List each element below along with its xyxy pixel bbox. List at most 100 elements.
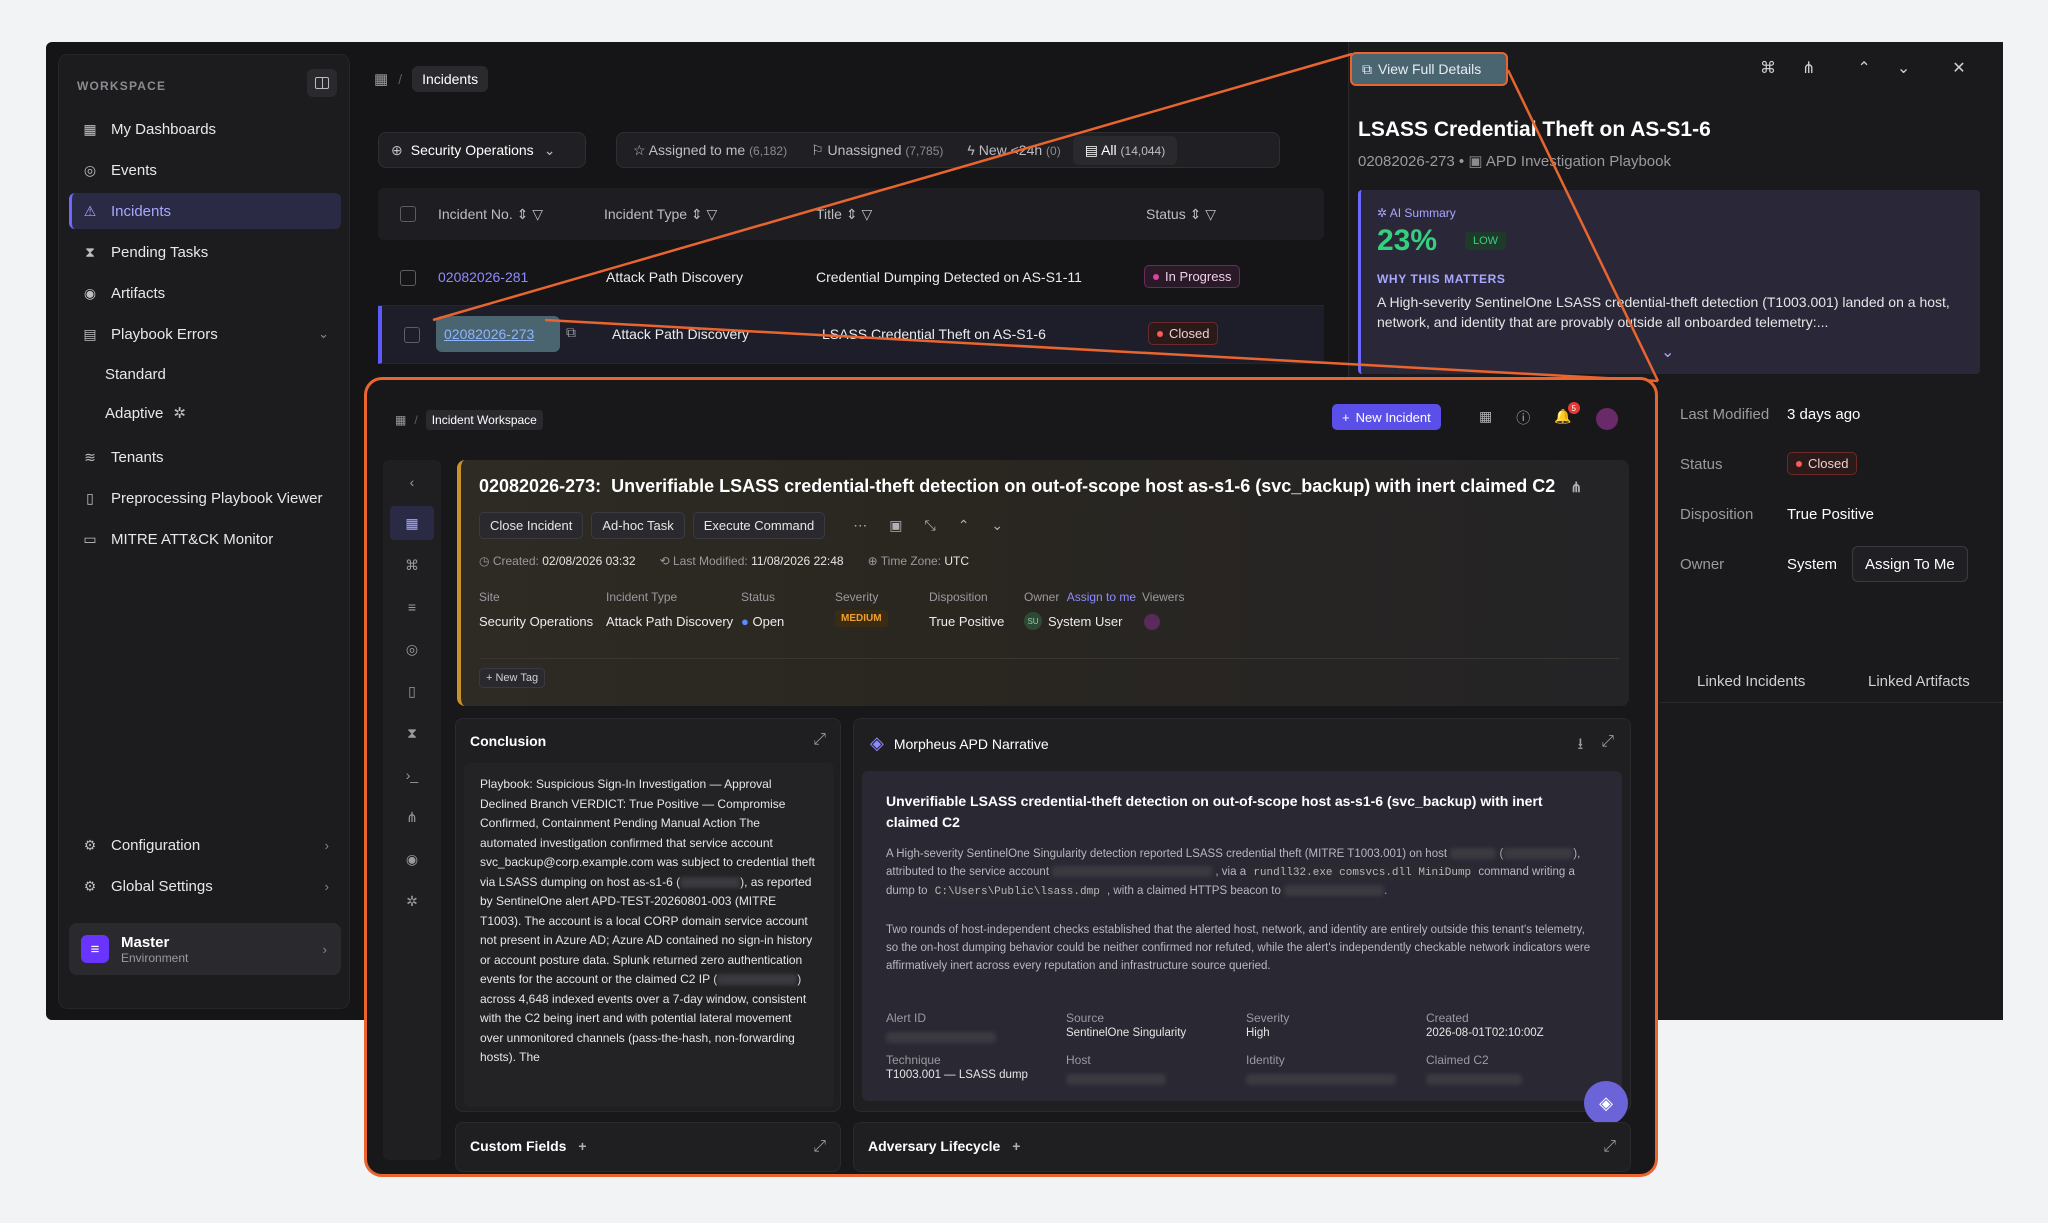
narrative-header: ◈ Morpheus APD Narrative <box>870 733 1049 753</box>
column-title[interactable]: Title ⇕ ▽ <box>816 206 872 223</box>
timezone-info: ⊕ Time Zone: UTC <box>867 554 970 568</box>
terminal-icon[interactable]: ›_ <box>390 758 434 792</box>
command-icon[interactable]: ⌘ <box>1760 58 1776 78</box>
assign-to-me-button[interactable]: Assign To Me <box>1852 546 1968 582</box>
tab-linked-incidents[interactable]: Linked Incidents <box>1697 673 1805 690</box>
environment-switcher[interactable]: ≡ Master Environment › <box>69 923 341 975</box>
list-icon[interactable]: ≡ <box>390 590 434 624</box>
sidebar-item-mitre-monitor[interactable]: ▭ MITRE ATT&CK Monitor <box>69 521 341 557</box>
narrative-heading: Unverifiable LSASS credential-theft dete… <box>886 793 1543 830</box>
filter-new-24h[interactable]: ϟ New <24h (0) <box>955 142 1072 158</box>
chevron-down-icon[interactable]: ⌄ <box>1897 58 1910 78</box>
view-full-details-button[interactable]: ⧉ View Full Details <box>1350 52 1508 86</box>
new-incident-button[interactable]: + New Incident <box>1332 404 1441 430</box>
collapse-chevron-icon[interactable]: ‹ <box>390 465 434 499</box>
share-icon[interactable]: ⋔ <box>1570 479 1582 495</box>
conclusion-card: Conclusion ⤢ Playbook: Suspicious Sign-I… <box>455 718 841 1112</box>
expand-icon[interactable]: ⤢ <box>1601 733 1614 760</box>
breadcrumb: ▦ / Incidents <box>374 64 489 94</box>
morpheus-logo-icon: ◈ <box>870 733 884 753</box>
layout-icon[interactable]: ▣ <box>889 517 902 534</box>
execute-command-button[interactable]: Execute Command <box>692 512 826 539</box>
environment-logo-icon: ≡ <box>81 935 109 963</box>
action-buttons: Close Incident Ad-hoc Task Execute Comma… <box>479 512 1003 539</box>
column-incident-no[interactable]: Incident No. ⇕ ▽ <box>438 206 543 223</box>
sidebar-item-my-dashboards[interactable]: ▦ My Dashboards <box>69 111 341 147</box>
assign-to-me-link[interactable]: Assign to me <box>1067 590 1136 604</box>
table-row-selected[interactable]: 02082026-273 ⧉ Attack Path Discovery LSA… <box>378 306 1324 364</box>
sidebar-item-global-settings[interactable]: ⚙ Global Settings › <box>69 868 341 904</box>
custom-fields-title: Custom Fields + <box>470 1138 587 1154</box>
custom-fields-card: Custom Fields + ⤢ <box>455 1122 841 1172</box>
target-icon[interactable]: ◎ <box>390 632 434 666</box>
bell-icon[interactable]: 🔔 5 <box>1554 402 1580 430</box>
sidebar-item-events[interactable]: ◎ Events <box>69 152 341 188</box>
table-icon[interactable]: ▦ <box>390 506 434 540</box>
row-checkbox[interactable] <box>400 270 416 286</box>
filter-assigned-to-me[interactable]: ☆ Assigned to me (6,182) <box>621 142 799 159</box>
narrative-paragraph-1: A High-severity SentinelOne Singularity … <box>886 848 1581 899</box>
grid-icon[interactable]: ▦ <box>1479 408 1492 430</box>
status-badge: Closed <box>1787 452 1858 475</box>
grid-label-host: Host <box>1066 1053 1091 1067</box>
sidebar-item-tenants[interactable]: ≋ Tenants <box>69 439 341 475</box>
row-checkbox[interactable] <box>404 327 420 343</box>
chevron-up-icon[interactable]: ⌃ <box>958 517 970 534</box>
sidebar-item-pending-tasks[interactable]: ⧗ Pending Tasks <box>69 234 341 270</box>
plus-icon[interactable]: + <box>578 1138 586 1154</box>
expand-icon[interactable]: ⤢ <box>813 731 826 749</box>
why-text: A High-severity SentinelOne LSASS creden… <box>1377 294 1950 330</box>
owner-value: System <box>1787 556 1838 573</box>
column-status[interactable]: Status ⇕ ▽ <box>1146 206 1216 223</box>
site-select[interactable]: ⊕ Security Operations ⌄ <box>378 132 586 168</box>
sidebar-item-incidents[interactable]: ⚠ Incidents <box>69 193 341 229</box>
plus-icon[interactable]: + <box>1012 1138 1020 1154</box>
sidebar-collapse-button[interactable] <box>307 69 337 97</box>
sidebar-item-playbook-errors[interactable]: ▤ Playbook Errors ⌄ <box>69 316 341 352</box>
workspace-tool-strip: ‹ ▦ ⌘ ≡ ◎ ▯ ⧗ ›_ ⋔ ◉ ✲ <box>383 460 441 1160</box>
binoculars-icon[interactable]: ⌘ <box>390 548 434 582</box>
sidebar-item-artifacts[interactable]: ◉ Artifacts <box>69 275 341 311</box>
more-icon[interactable]: ⋯ <box>853 517 867 534</box>
filter-all[interactable]: ▤ All (14,044) <box>1072 135 1178 165</box>
fingerprint-icon[interactable]: ◉ <box>390 842 434 876</box>
share-icon[interactable]: ⋔ <box>1802 58 1815 78</box>
expand-icon[interactable]: ⤢ <box>1603 1138 1616 1156</box>
new-tag-button[interactable]: + New Tag <box>479 668 546 688</box>
close-incident-button[interactable]: Close Incident <box>479 512 584 539</box>
expand-icon[interactable]: ⤢ <box>813 1138 826 1156</box>
sidebar-item-adaptive[interactable]: Adaptive ✲ <box>105 397 186 429</box>
chevron-right-icon: › <box>322 941 327 957</box>
chevron-right-icon: › <box>324 878 329 894</box>
breadcrumb-incidents[interactable]: Incidents <box>412 66 489 92</box>
sparkle-icon[interactable]: ✲ <box>390 884 434 918</box>
filter-unassigned[interactable]: ⚐ Unassigned (7,785) <box>799 142 955 159</box>
table-row[interactable]: 02082026-281 Attack Path Discovery Crede… <box>378 250 1324 306</box>
ad-hoc-task-button[interactable]: Ad-hoc Task <box>591 512 685 539</box>
copy-icon[interactable]: ⧉ <box>566 324 576 341</box>
ai-assistant-fab-icon[interactable]: ◈ <box>1584 1081 1628 1125</box>
merge-icon[interactable]: ⤡ <box>924 517 935 534</box>
hourglass-icon[interactable]: ⧗ <box>390 716 434 750</box>
book-icon[interactable]: ▯ <box>390 674 434 708</box>
close-icon[interactable]: ✕ <box>1952 58 1965 78</box>
chevron-down-icon[interactable]: ⌄ <box>991 517 1003 534</box>
network-icon[interactable]: ⋔ <box>390 800 434 834</box>
sidebar-item-preprocessing-playbook-viewer[interactable]: ▯ Preprocessing Playbook Viewer <box>69 480 341 516</box>
sidebar-item-standard[interactable]: Standard <box>105 358 166 390</box>
incident-title: Credential Dumping Detected on AS-S1-11 <box>816 269 1082 285</box>
grid-label-created: Created <box>1426 1011 1469 1025</box>
incident-number-link[interactable]: 02082026-281 <box>438 269 528 285</box>
avatar[interactable] <box>1595 408 1618 430</box>
tab-linked-artifacts[interactable]: Linked Artifacts <box>1868 673 1970 690</box>
field-value-disposition: True Positive <box>929 614 1005 629</box>
select-all-checkbox[interactable] <box>400 206 416 222</box>
chevron-up-icon[interactable]: ⌃ <box>1857 58 1870 78</box>
status-label: Status <box>1680 456 1723 473</box>
expand-chevron-icon[interactable]: ⌄ <box>1661 342 1674 362</box>
incident-number-link[interactable]: 02082026-273 <box>444 326 534 342</box>
sidebar-item-configuration[interactable]: ⚙ Configuration › <box>69 827 341 863</box>
download-icon[interactable]: ⭳ <box>1578 733 1584 760</box>
column-incident-type[interactable]: Incident Type ⇕ ▽ <box>604 206 717 223</box>
info-icon[interactable]: ⓘ <box>1516 408 1530 430</box>
